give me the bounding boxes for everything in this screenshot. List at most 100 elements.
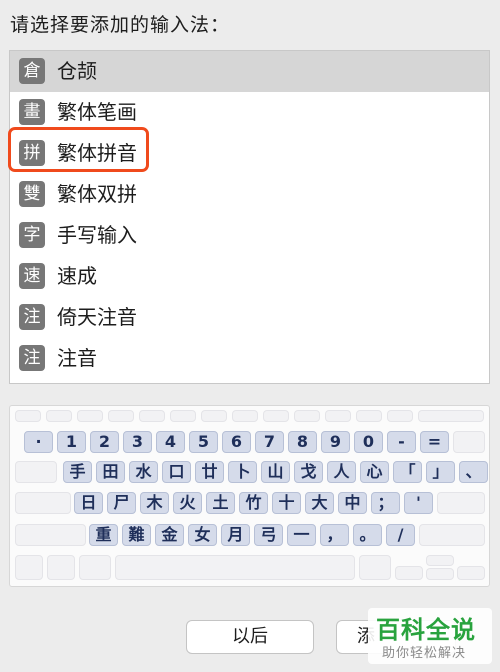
keyboard-key: / bbox=[386, 524, 415, 546]
keyboard-key: 7 bbox=[255, 431, 284, 453]
keyboard-key: 尸 bbox=[107, 492, 136, 514]
cangjie-icon: 倉 bbox=[19, 58, 45, 84]
keyboard-key: 日 bbox=[74, 492, 103, 514]
keyboard-key: 金 bbox=[155, 524, 184, 546]
handwriting-icon: 字 bbox=[19, 222, 45, 248]
keyboard-key bbox=[115, 555, 355, 580]
keyboard-key: 。 bbox=[353, 524, 382, 546]
keyboard-key: 卜 bbox=[228, 461, 257, 483]
keyboard-preview: · 1 2 3 4 5 6 7 8 9 0 - = 手 田 水 口 廿 卜 山 … bbox=[9, 405, 490, 587]
keyboard-key: 9 bbox=[321, 431, 350, 453]
keyboard-key bbox=[77, 410, 103, 422]
keyboard-key bbox=[170, 410, 196, 422]
keyboard-key: 」 bbox=[426, 461, 455, 483]
watermark-subtitle: 助你轻松解决 bbox=[382, 646, 467, 661]
zhuyin-icon: 注 bbox=[19, 345, 45, 371]
keyboard-key: 山 bbox=[261, 461, 290, 483]
keyboard-key: 手 bbox=[63, 461, 92, 483]
keyboard-key bbox=[139, 410, 165, 422]
keyboard-key: 心 bbox=[360, 461, 389, 483]
input-method-label: 注音 bbox=[57, 346, 97, 370]
keyboard-key: ' bbox=[404, 492, 433, 514]
keyboard-key bbox=[395, 566, 423, 580]
keyboard-key: 女 bbox=[188, 524, 217, 546]
keyboard-key bbox=[263, 410, 289, 422]
input-method-label: 倚天注音 bbox=[57, 305, 137, 329]
keyboard-key: 0 bbox=[354, 431, 383, 453]
keyboard-key bbox=[387, 410, 413, 422]
keyboard-key bbox=[426, 555, 454, 566]
keyboard-key: 2 bbox=[90, 431, 119, 453]
shuangpin-icon: 雙 bbox=[19, 181, 45, 207]
keyboard-key: 土 bbox=[206, 492, 235, 514]
input-method-label: 繁体双拼 bbox=[57, 182, 137, 206]
keyboard-key: 8 bbox=[288, 431, 317, 453]
keyboard-key bbox=[325, 410, 351, 422]
keyboard-key: 月 bbox=[221, 524, 250, 546]
keyboard-key bbox=[46, 410, 72, 422]
keyboard-key: = bbox=[420, 431, 449, 453]
keyboard-key: 人 bbox=[327, 461, 356, 483]
input-method-item-shuangpin[interactable]: 雙 繁体双拼 bbox=[10, 174, 489, 215]
keyboard-key: 弓 bbox=[254, 524, 283, 546]
keyboard-key bbox=[108, 410, 134, 422]
keyboard-key: 4 bbox=[156, 431, 185, 453]
keyboard-key: 大 bbox=[305, 492, 334, 514]
keyboard-key: 、 bbox=[459, 461, 488, 483]
keyboard-key: ； bbox=[371, 492, 400, 514]
later-button[interactable]: 以后 bbox=[186, 620, 314, 654]
input-method-item-handwriting[interactable]: 字 手写输入 bbox=[10, 215, 489, 256]
keyboard-key: ， bbox=[320, 524, 349, 546]
keyboard-key bbox=[453, 431, 485, 453]
keyboard-key: 水 bbox=[129, 461, 158, 483]
keyboard-key bbox=[457, 566, 485, 580]
stroke-icon: 畫 bbox=[19, 99, 45, 125]
keyboard-key bbox=[356, 410, 382, 422]
keyboard-key bbox=[15, 524, 86, 546]
keyboard-key: 竹 bbox=[239, 492, 268, 514]
keyboard-key: 中 bbox=[338, 492, 367, 514]
keyboard-key bbox=[47, 555, 75, 580]
keyboard-key bbox=[15, 555, 43, 580]
keyboard-key: 1 bbox=[57, 431, 86, 453]
input-method-list[interactable]: 倉 仓颉 畫 繁体笔画 拼 繁体拼音 雙 繁体双拼 字 手写输入 速 速成 注 … bbox=[9, 50, 490, 384]
keyboard-key: 戈 bbox=[294, 461, 323, 483]
input-method-item-cangjie[interactable]: 倉 仓颉 bbox=[10, 51, 489, 92]
input-method-label: 仓颉 bbox=[57, 59, 97, 83]
input-method-label: 手写输入 bbox=[57, 223, 137, 247]
prompt-text: 请选择要添加的输入法： bbox=[10, 14, 231, 36]
keyboard-key: 口 bbox=[162, 461, 191, 483]
keyboard-key: 火 bbox=[173, 492, 202, 514]
keyboard-key: 木 bbox=[140, 492, 169, 514]
zhuyin-icon: 注 bbox=[19, 304, 45, 330]
keyboard-key bbox=[419, 524, 485, 546]
input-method-label: 速成 bbox=[57, 264, 97, 288]
keyboard-key: · bbox=[24, 431, 53, 453]
keyboard-key bbox=[232, 410, 258, 422]
keyboard-key bbox=[201, 410, 227, 422]
sucheng-icon: 速 bbox=[19, 263, 45, 289]
input-method-item-eten-zhuyin[interactable]: 注 倚天注音 bbox=[10, 297, 489, 338]
keyboard-key: 一 bbox=[287, 524, 316, 546]
keyboard-key: 6 bbox=[222, 431, 251, 453]
keyboard-key bbox=[79, 555, 111, 580]
keyboard-key bbox=[15, 492, 71, 514]
input-method-item-zhuyin[interactable]: 注 注音 bbox=[10, 338, 489, 379]
keyboard-key: 十 bbox=[272, 492, 301, 514]
watermark-title: 百科全说 bbox=[376, 616, 476, 644]
keyboard-key bbox=[15, 410, 41, 422]
keyboard-key bbox=[294, 410, 320, 422]
input-method-label: 繁体笔画 bbox=[57, 100, 137, 124]
keyboard-key: 田 bbox=[96, 461, 125, 483]
keyboard-key: - bbox=[387, 431, 416, 453]
keyboard-key: 難 bbox=[122, 524, 151, 546]
keyboard-key: 5 bbox=[189, 431, 218, 453]
keyboard-key bbox=[359, 555, 391, 580]
keyboard-key bbox=[426, 568, 454, 580]
input-method-item-sucheng[interactable]: 速 速成 bbox=[10, 256, 489, 297]
keyboard-key: 3 bbox=[123, 431, 152, 453]
highlight-box bbox=[8, 127, 149, 172]
keyboard-key bbox=[418, 410, 484, 422]
keyboard-key: 重 bbox=[89, 524, 118, 546]
keyboard-key: 「 bbox=[393, 461, 422, 483]
